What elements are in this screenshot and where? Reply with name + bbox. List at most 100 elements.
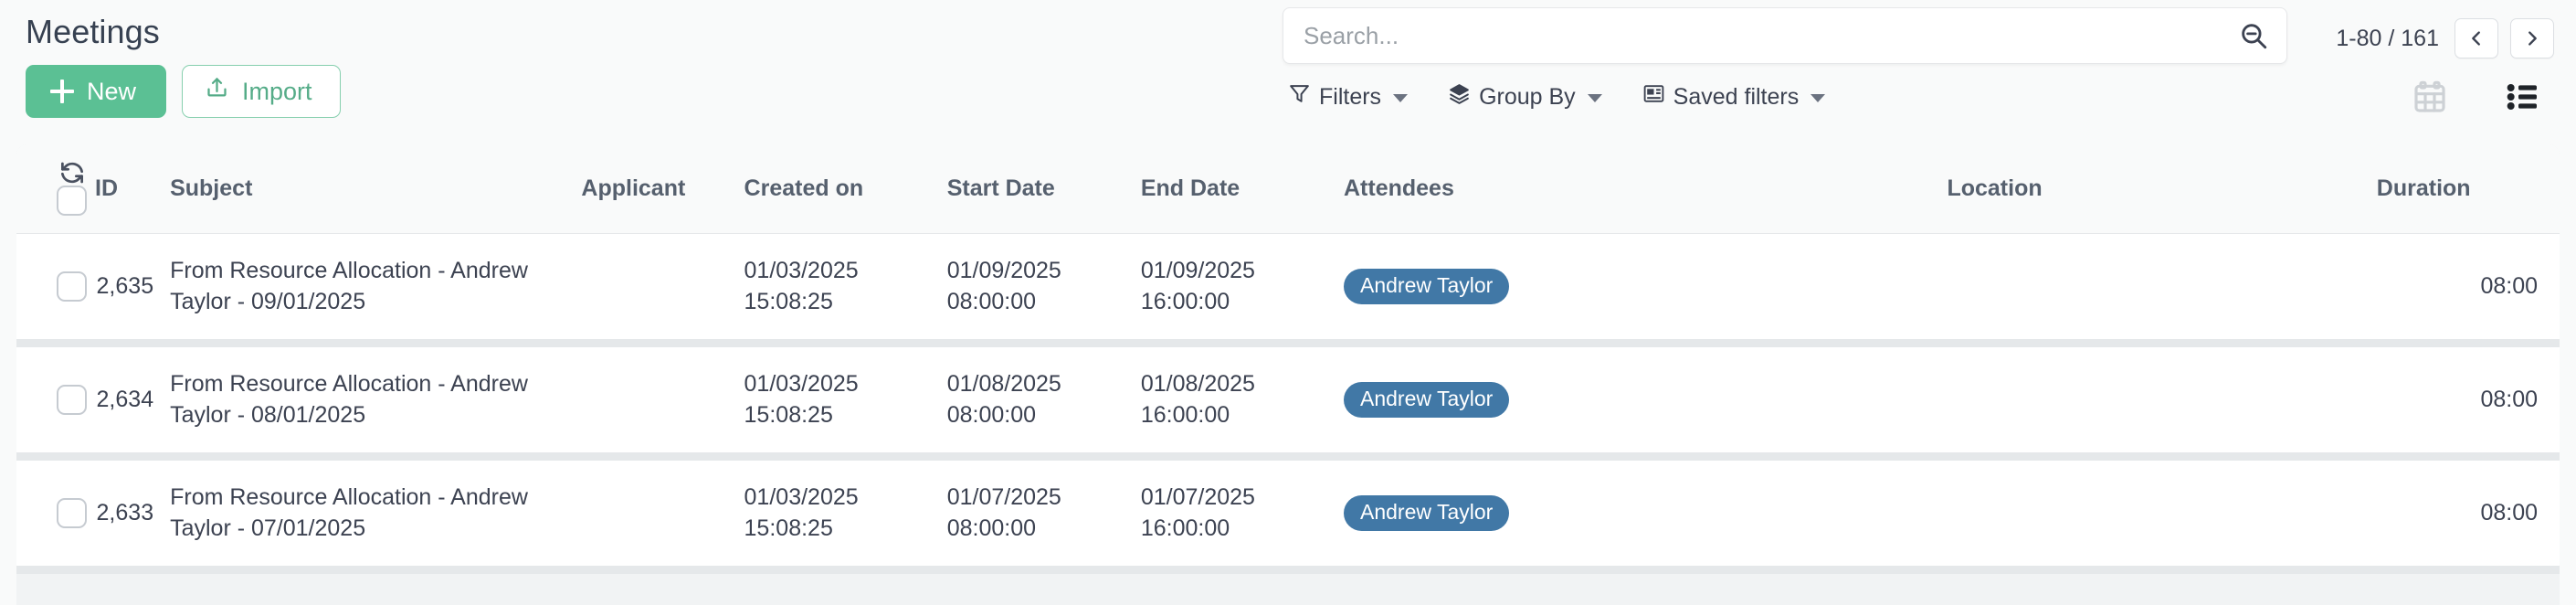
cell-start-date-date: 01/08/2025 — [946, 371, 1061, 398]
cell-subject: From Resource Allocation - Andrew Taylor… — [170, 234, 582, 347]
cell-end-date-date: 01/08/2025 — [1140, 371, 1255, 398]
cell-duration: 08:00 — [2376, 461, 2560, 574]
list-view: ID Subject Applicant Created on Start Da… — [16, 144, 2560, 605]
saved-filters-dropdown[interactable]: Saved filters — [1642, 82, 1826, 111]
import-button-label: Import — [242, 77, 312, 105]
cell-id: 2,635 — [95, 234, 171, 347]
column-header-id[interactable]: ID — [95, 144, 171, 234]
cell-subject: From Resource Allocation - Andrew Taylor… — [170, 347, 582, 461]
cell-attendees: Andrew Taylor — [1343, 347, 1948, 461]
new-button[interactable]: New — [26, 65, 167, 118]
attendee-badge[interactable]: Andrew Taylor — [1343, 269, 1510, 304]
cell-subject-line2: Taylor - 09/01/2025 — [170, 288, 366, 314]
cell-end-date: 01/08/2025 16:00:00 — [1140, 347, 1344, 461]
page-title: Meetings — [26, 13, 160, 50]
cell-applicant — [581, 461, 744, 574]
row-checkbox[interactable] — [57, 498, 87, 528]
cell-start-date-time: 08:00:00 — [946, 515, 1037, 541]
cell-attendees: Andrew Taylor — [1343, 234, 1948, 347]
pager-previous-button[interactable] — [2455, 18, 2498, 58]
chevron-down-icon — [1811, 94, 1826, 102]
select-all-header — [16, 144, 96, 234]
filter-menus: Filters Group By Saved filters — [1283, 82, 2287, 111]
cell-duration: 08:00 — [2376, 234, 2560, 347]
column-header-applicant[interactable]: Applicant — [581, 144, 744, 234]
cell-subject-line1: From Resource Allocation - Andrew — [170, 484, 528, 511]
chevron-down-icon — [1393, 94, 1409, 102]
column-header-subject[interactable]: Subject — [170, 144, 582, 234]
cell-end-date-time: 16:00:00 — [1140, 515, 1230, 541]
cell-start-date: 01/09/2025 08:00:00 — [946, 234, 1141, 347]
row-select-cell — [16, 461, 96, 574]
cell-created-date: 01/03/2025 — [744, 484, 859, 511]
magnifier-minus-icon[interactable] — [2237, 19, 2270, 52]
refresh-icon[interactable] — [58, 159, 86, 186]
search-view[interactable] — [1283, 7, 2287, 64]
cell-end-date: 01/07/2025 16:00:00 — [1140, 461, 1344, 574]
calendar-icon — [2412, 79, 2448, 120]
column-header-start-date[interactable]: Start Date — [946, 144, 1141, 234]
table-header-row: ID Subject Applicant Created on Start Da… — [16, 144, 2560, 234]
column-header-created-on[interactable]: Created on — [744, 144, 947, 234]
control-panel-right: 1-80 / 161 — [2336, 0, 2554, 120]
group-by-label: Group By — [1479, 83, 1576, 110]
layers-icon — [1448, 82, 1471, 111]
cell-created-on: 01/03/2025 15:08:25 — [744, 234, 947, 347]
cell-end-date-time: 16:00:00 — [1140, 401, 1230, 428]
cell-end-date-date: 01/09/2025 — [1140, 258, 1255, 284]
table-row[interactable]: 2,633 From Resource Allocation - Andrew … — [16, 461, 2560, 574]
column-header-end-date[interactable]: End Date — [1140, 144, 1344, 234]
column-header-location[interactable]: Location — [1947, 144, 2377, 234]
cell-duration: 08:00 — [2376, 347, 2560, 461]
cell-created-date: 01/03/2025 — [744, 258, 859, 284]
meetings-table: ID Subject Applicant Created on Start Da… — [16, 144, 2560, 574]
cell-created-on: 01/03/2025 15:08:25 — [744, 461, 947, 574]
attendee-badge[interactable]: Andrew Taylor — [1343, 382, 1510, 418]
cell-start-date-time: 08:00:00 — [946, 401, 1037, 428]
plus-icon — [50, 80, 74, 103]
column-header-duration[interactable]: Duration — [2376, 144, 2560, 234]
cell-subject-line1: From Resource Allocation - Andrew — [170, 258, 528, 284]
funnel-icon — [1288, 82, 1311, 111]
cell-id: 2,634 — [95, 347, 171, 461]
control-panel-center: Filters Group By — [1283, 0, 2287, 111]
cell-subject-line1: From Resource Allocation - Andrew — [170, 371, 528, 398]
filters-dropdown[interactable]: Filters — [1288, 82, 1409, 111]
table-body: 2,635 From Resource Allocation - Andrew … — [16, 234, 2560, 574]
cell-subject-line2: Taylor - 08/01/2025 — [170, 401, 366, 428]
row-checkbox[interactable] — [57, 271, 87, 302]
cell-location — [1947, 347, 2377, 461]
new-button-label: New — [87, 77, 137, 105]
meetings-list-page: Meetings New Import Search... Filters Gr… — [0, 0, 2576, 605]
cell-start-date-time: 08:00:00 — [946, 288, 1037, 314]
action-buttons: New Import — [26, 65, 341, 118]
cell-start-date: 01/07/2025 08:00:00 — [946, 461, 1141, 574]
row-checkbox[interactable] — [57, 385, 87, 415]
table-row[interactable]: 2,635 From Resource Allocation - Andrew … — [16, 234, 2560, 347]
list-icon — [2505, 79, 2541, 120]
pager-next-button[interactable] — [2510, 18, 2554, 58]
table-row[interactable]: 2,634 From Resource Allocation - Andrew … — [16, 347, 2560, 461]
search-input[interactable] — [1283, 8, 2286, 63]
cell-attendees: Andrew Taylor — [1343, 461, 1948, 574]
upload-icon — [205, 76, 229, 107]
cell-start-date-date: 01/07/2025 — [946, 484, 1061, 511]
pager: 1-80 / 161 — [2336, 0, 2554, 58]
cell-created-on: 01/03/2025 15:08:25 — [744, 347, 947, 461]
cell-id: 2,633 — [95, 461, 171, 574]
group-by-dropdown[interactable]: Group By — [1448, 82, 1602, 111]
cell-applicant — [581, 347, 744, 461]
saved-filters-label: Saved filters — [1673, 83, 1800, 110]
cell-created-time: 15:08:25 — [744, 515, 833, 541]
select-all-checkbox[interactable] — [57, 186, 87, 216]
cell-location — [1947, 461, 2377, 574]
calendar-view-button[interactable] — [2412, 79, 2448, 120]
attendee-badge[interactable]: Andrew Taylor — [1343, 495, 1510, 531]
list-view-button[interactable] — [2505, 79, 2541, 120]
cell-end-date-time: 16:00:00 — [1140, 288, 1230, 314]
cell-location — [1947, 234, 2377, 347]
cell-created-date: 01/03/2025 — [744, 371, 859, 398]
filters-label: Filters — [1319, 83, 1382, 110]
column-header-attendees[interactable]: Attendees — [1343, 144, 1948, 234]
import-button[interactable]: Import — [182, 65, 341, 118]
